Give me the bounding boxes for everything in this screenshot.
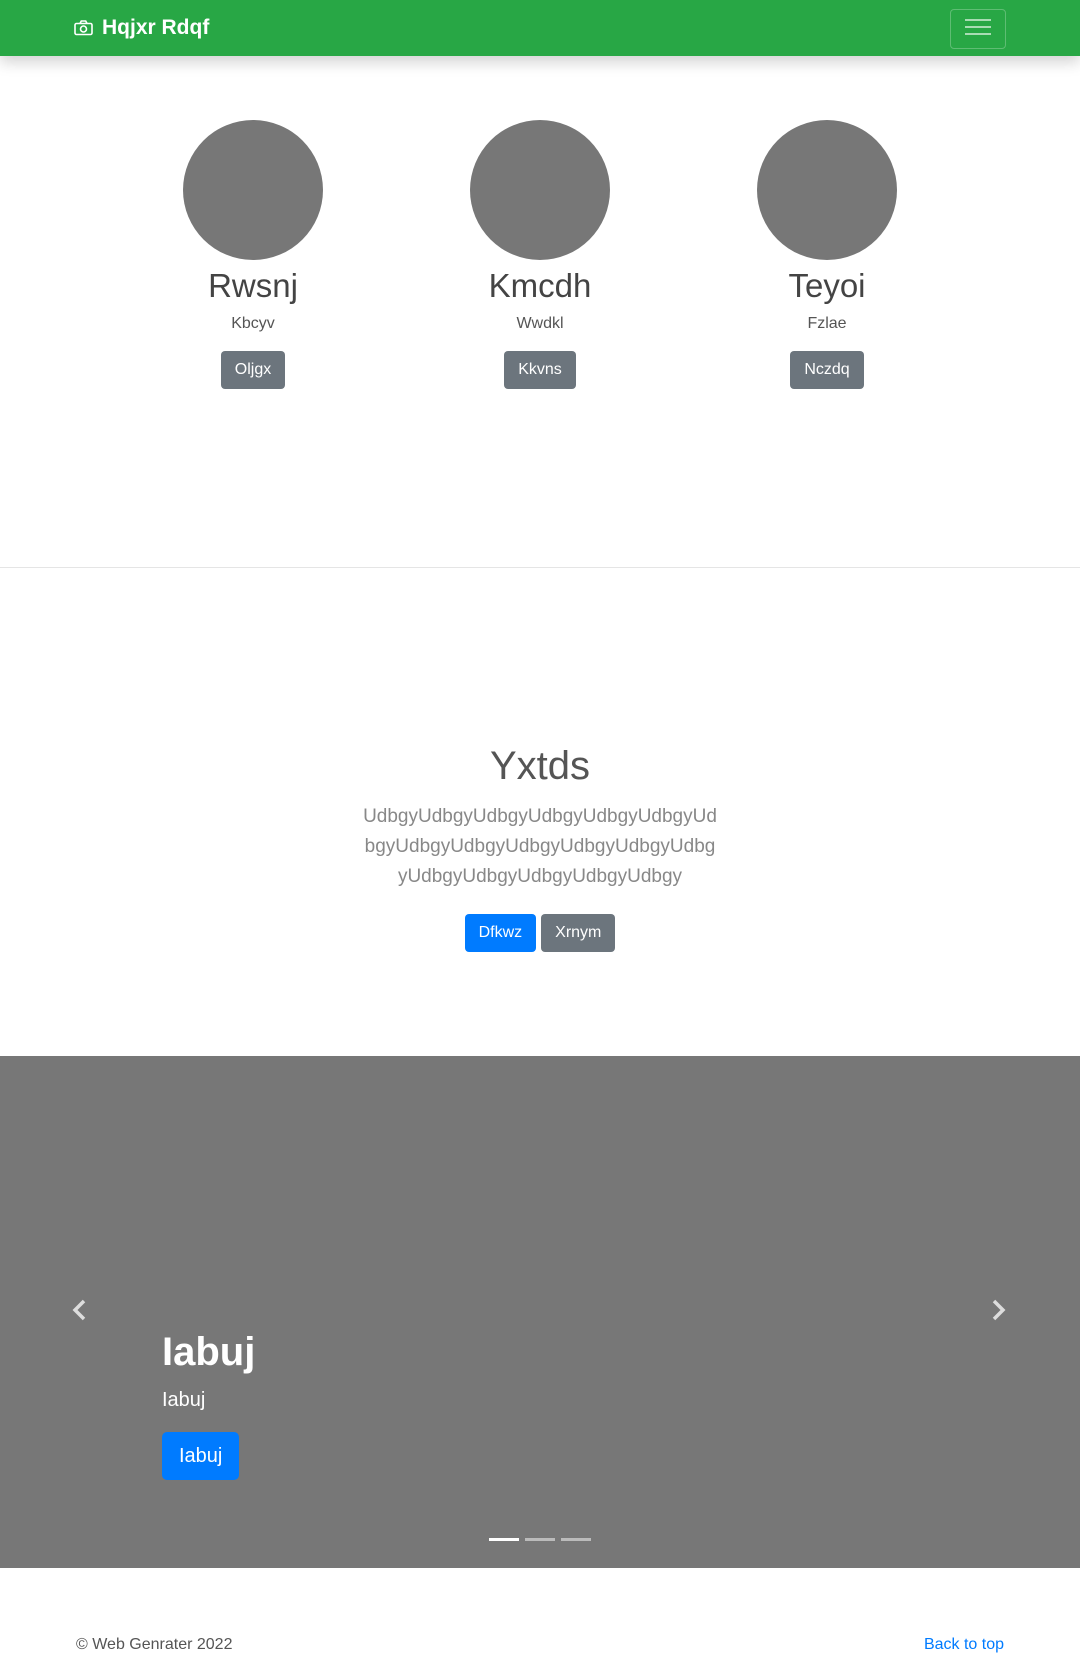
- avatar: [470, 120, 610, 260]
- member-name: Teyoi: [788, 267, 866, 304]
- carousel-prev-button[interactable]: [40, 1056, 120, 1568]
- jumbotron-title: Yxtds: [489, 744, 591, 788]
- chevron-left-icon: [72, 1299, 88, 1326]
- carousel: Iabuj Iabuj Iabuj: [0, 1056, 1080, 1568]
- carousel-indicator[interactable]: [525, 1538, 555, 1541]
- member-name: Kmcdh: [488, 267, 592, 304]
- footer: © Web Genrater 2022 Back to top: [0, 1568, 1080, 1657]
- member-name: Rwsnj: [208, 267, 298, 304]
- member-button[interactable]: Oljgx: [220, 351, 286, 389]
- camera-icon: [74, 20, 93, 36]
- carousel-indicators: [0, 1538, 1080, 1541]
- carousel-indicator[interactable]: [489, 1538, 519, 1541]
- footer-copyright: © Web Genrater 2022: [76, 1636, 233, 1653]
- carousel-caption-button[interactable]: Iabuj: [162, 1432, 240, 1480]
- member-role: Kbcyv: [231, 315, 275, 332]
- team-member-card: Teyoi Fzlae Nczdq: [707, 120, 947, 389]
- team-member-card: Rwsnj Kbcyv Oljgx: [133, 120, 373, 389]
- member-role: Wwdkl: [516, 315, 564, 332]
- navbar-toggle-button[interactable]: [950, 9, 1006, 49]
- avatar: [183, 120, 323, 260]
- secondary-action-button[interactable]: Xrnym: [541, 914, 616, 952]
- jumbotron-actions: Dfkwz Xrnym: [0, 914, 1080, 952]
- brand-name: Hqjxr Rdqf: [102, 16, 210, 39]
- brand-link[interactable]: Hqjxr Rdqf: [74, 0, 209, 56]
- hamburger-menu-icon: [964, 16, 992, 43]
- carousel-caption: Iabuj Iabuj Iabuj: [162, 1328, 762, 1480]
- member-role: Fzlae: [807, 315, 847, 332]
- carousel-caption-title: Iabuj: [162, 1330, 256, 1374]
- back-to-top-link[interactable]: Back to top: [924, 1636, 1004, 1654]
- carousel-caption-text: Iabuj: [162, 1389, 206, 1411]
- team-member-card: Kmcdh Wwdkl Kkvns: [420, 120, 660, 389]
- jumbotron-lead: UdbgyUdbgyUdbgyUdbgyUdbgyUdbgyUdbgyUdbgy…: [363, 806, 717, 887]
- member-button[interactable]: Kkvns: [504, 351, 576, 389]
- carousel-indicator[interactable]: [561, 1538, 591, 1541]
- team-section: Rwsnj Kbcyv Oljgx Kmcdh Wwdkl Kkvns Teyo…: [0, 56, 1080, 568]
- chevron-right-icon: [990, 1299, 1006, 1326]
- member-button[interactable]: Nczdq: [790, 351, 864, 389]
- navbar: Hqjxr Rdqf: [0, 0, 1080, 56]
- carousel-next-button[interactable]: [958, 1056, 1038, 1568]
- avatar: [757, 120, 897, 260]
- jumbotron: Yxtds UdbgyUdbgyUdbgyUdbgyUdbgyUdbgyUdbg…: [0, 568, 1080, 1056]
- primary-action-button[interactable]: Dfkwz: [464, 914, 537, 952]
